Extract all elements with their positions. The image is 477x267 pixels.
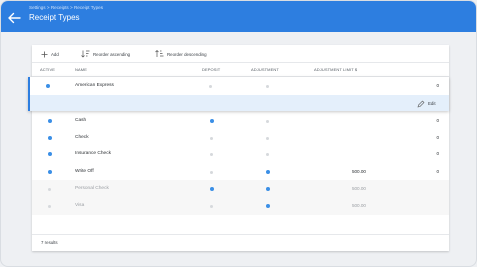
- page-header: Settings > Receipts > Receipt Types Rece…: [1, 1, 476, 32]
- column-header-adjustment[interactable]: ADJUSTMENT: [251, 67, 279, 72]
- row-name: Write Off: [75, 169, 94, 174]
- deposit-indicator: [210, 204, 213, 208]
- breadcrumb: Settings > Receipts > Receipt Types: [29, 5, 103, 10]
- adjustment-indicator: [266, 136, 269, 140]
- active-indicator: [48, 119, 52, 123]
- active-indicator: [46, 84, 50, 88]
- column-header-adjustment-limit[interactable]: ADJUSTMENT LIMIT $: [314, 67, 357, 72]
- table-row[interactable]: Cash 0: [32, 112, 449, 130]
- reorder-descending-button[interactable]: Reorder descending: [155, 49, 207, 59]
- pencil-icon: [417, 100, 425, 107]
- reorder-ascending-button[interactable]: Reorder ascending: [81, 49, 130, 59]
- row-name: Cash: [75, 118, 87, 123]
- row-name: Personal Check: [75, 186, 109, 191]
- deposit-indicator: [210, 170, 213, 174]
- page-title: Receipt Types: [29, 13, 80, 22]
- adjustment-indicator: [266, 187, 270, 191]
- deposit-indicator: [209, 84, 212, 88]
- adjustment-indicator: [266, 84, 269, 88]
- row-name: Insurance Check: [75, 151, 111, 156]
- results-count: 7 results: [41, 240, 58, 245]
- row-trailing-value: 0: [436, 169, 439, 174]
- deposit-indicator: [210, 119, 214, 123]
- breadcrumb-receipts[interactable]: Receipts: [51, 5, 69, 10]
- breadcrumb-separator: >: [70, 5, 73, 10]
- active-indicator: [48, 136, 52, 140]
- adjustment-indicator: [266, 119, 269, 123]
- row-name: Check: [75, 135, 89, 140]
- add-button[interactable]: Add: [41, 49, 59, 59]
- table-row[interactable]: Personal Check 500.00: [32, 180, 449, 198]
- active-indicator: [48, 152, 52, 156]
- row-name: Visa: [75, 203, 85, 208]
- table-toolbar: Add Reorder ascending Reorder descending: [32, 45, 449, 62]
- table-row[interactable]: Visa 500.00: [32, 197, 449, 215]
- breadcrumb-separator: >: [46, 5, 50, 10]
- back-arrow-icon[interactable]: [7, 12, 21, 24]
- selected-row-expanded: American Express 0 Edit: [28, 77, 449, 111]
- edit-button[interactable]: Edit: [417, 99, 436, 108]
- sort-descending-icon: [155, 50, 164, 57]
- deposit-indicator: [210, 187, 214, 191]
- adjustment-limit-value: 500.00: [351, 203, 366, 208]
- adjustment-indicator: [266, 152, 269, 156]
- toolbar-divider: [32, 62, 449, 63]
- adjustment-limit-value: 500.00: [351, 169, 366, 174]
- row-trailing-value: 0: [436, 135, 439, 140]
- reorder-descending-label: Reorder descending: [167, 51, 207, 57]
- app-frame: Settings > Receipts > Receipt Types Rece…: [0, 0, 477, 267]
- breadcrumb-receipt-types: Receipt Types: [73, 5, 104, 10]
- deposit-indicator: [210, 136, 213, 140]
- column-header-active[interactable]: ACTIVE: [40, 67, 55, 72]
- sort-ascending-icon: [81, 50, 90, 58]
- active-indicator: [48, 187, 51, 191]
- footer-divider: [32, 234, 449, 235]
- active-indicator: [48, 170, 52, 174]
- deposit-indicator: [210, 152, 213, 156]
- adjustment-indicator: [266, 170, 270, 174]
- adjustment-indicator: [266, 204, 270, 208]
- active-indicator: [48, 204, 51, 208]
- row-trailing-value: 0: [436, 83, 439, 88]
- table-row-selected[interactable]: American Express 0: [30, 77, 449, 95]
- plus-icon: [41, 51, 48, 57]
- breadcrumb-settings[interactable]: Settings: [29, 5, 46, 10]
- table-row[interactable]: Write Off 500.00 0: [32, 163, 449, 181]
- row-trailing-value: 0: [436, 151, 439, 156]
- table-row[interactable]: Insurance Check 0: [32, 145, 449, 163]
- edit-label: Edit: [428, 101, 436, 106]
- row-trailing-value: 0: [436, 118, 439, 123]
- adjustment-limit-value: 500.00: [351, 186, 366, 191]
- row-action-strip: [30, 95, 449, 111]
- column-header-name[interactable]: NAME: [75, 67, 87, 72]
- receipt-types-table-card: Add Reorder ascending Reorder descending…: [32, 45, 449, 251]
- reorder-ascending-label: Reorder ascending: [93, 51, 131, 57]
- add-label: Add: [51, 51, 59, 57]
- column-header-deposit[interactable]: DEPOSIT: [202, 67, 220, 72]
- row-name: American Express: [75, 83, 114, 88]
